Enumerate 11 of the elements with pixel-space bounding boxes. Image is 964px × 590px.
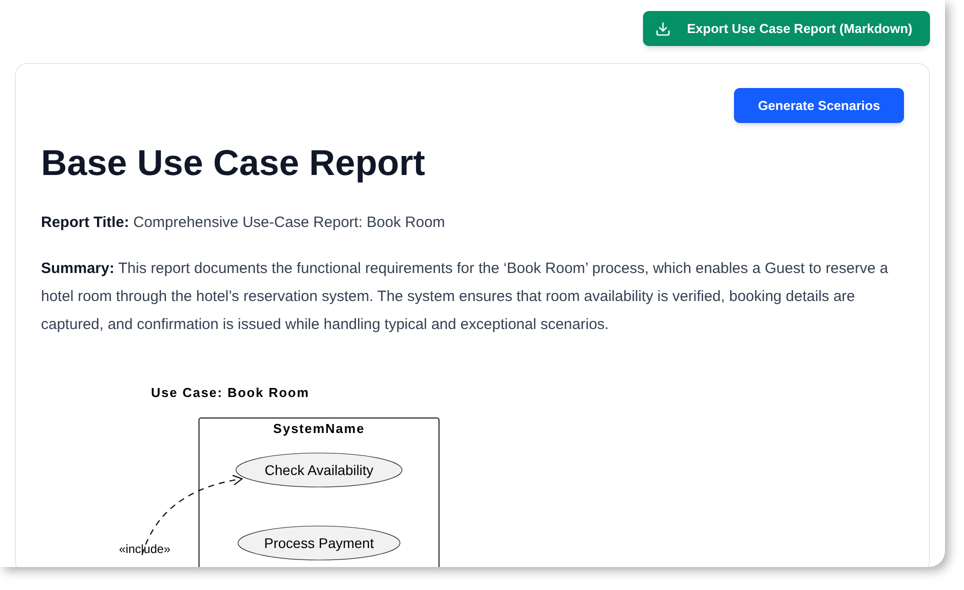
include-label: «include» — [119, 542, 170, 556]
generate-button[interactable]: Generate Scenarios — [734, 88, 904, 123]
report-heading: Base Use Case Report — [41, 141, 426, 185]
diagram-title: Use Case: Book Room — [151, 385, 310, 400]
use-case-ellipse: Check Availability — [236, 452, 402, 488]
export-button[interactable]: Export Use Case Report (Markdown) — [643, 11, 930, 46]
summary-text: Summary: This report documents the functional requirements for the ‘Book Room’ process, which enables a Guest to reserve a hotel room through the hotel’s reservation system. The system ensures that room availability is verified, booking details are captured, and confirmation is issued while handling typical and exceptional scenarios. — [41, 259, 890, 335]
report-title-text: Report Title: Comprehensive Use-Case Report: Book Room — [41, 213, 446, 233]
download-icon — [655, 20, 671, 36]
use-case-ellipse: Process Payment — [238, 526, 400, 560]
system-name: SystemName — [273, 421, 365, 436]
